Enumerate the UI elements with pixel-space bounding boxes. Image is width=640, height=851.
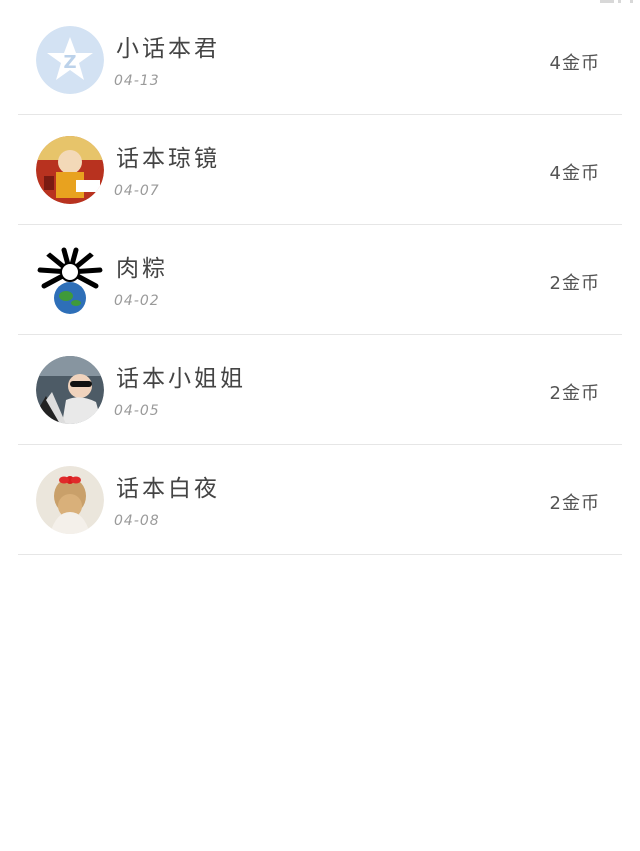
avatar-image — [36, 136, 104, 204]
sunglasses-person-avatar[interactable] — [36, 356, 104, 424]
list-item[interactable]: 话本小姐姐 04-05 2金币 — [18, 335, 622, 445]
avatar-image — [36, 356, 104, 424]
coin-amount: 4金币 — [549, 53, 600, 74]
coin-amount: 2金币 — [549, 383, 600, 404]
avatar-image — [36, 246, 104, 314]
spider-earth-avatar[interactable] — [36, 246, 104, 314]
user-name: 话本小姐姐 — [116, 366, 246, 392]
coin-amount: 2金币 — [549, 273, 600, 294]
coin-amount: 2金币 — [549, 493, 600, 514]
user-name: 小话本君 — [116, 36, 220, 62]
avatar-image: Z — [36, 26, 104, 94]
record-date: 04-13 — [114, 73, 160, 89]
svg-text:Z: Z — [63, 52, 76, 73]
user-list: Z 小话本君 04-13 4金币 话本琼镜 04-07 4金币 肉粽 04-02… — [18, 5, 622, 555]
user-name: 话本白夜 — [116, 476, 220, 502]
record-date: 04-08 — [114, 513, 160, 529]
qq-star-avatar[interactable]: Z — [36, 26, 104, 94]
list-item[interactable]: Z 小话本君 04-13 4金币 — [18, 5, 622, 115]
record-date: 04-05 — [114, 403, 160, 419]
avatar-image — [36, 466, 104, 534]
monk-cartoon-avatar[interactable] — [36, 136, 104, 204]
record-date: 04-02 — [114, 293, 160, 309]
record-date: 04-07 — [114, 183, 160, 199]
user-name: 话本琼镜 — [116, 146, 220, 172]
list-item[interactable]: 肉粽 04-02 2金币 — [18, 225, 622, 335]
user-name: 肉粽 — [116, 256, 168, 282]
list-item[interactable]: 话本白夜 04-08 2金币 — [18, 445, 622, 555]
coin-amount: 4金币 — [549, 163, 600, 184]
list-item[interactable]: 话本琼镜 04-07 4金币 — [18, 115, 622, 225]
girl-red-bow-avatar[interactable] — [36, 466, 104, 534]
coin-record-page: Z 小话本君 04-13 4金币 话本琼镜 04-07 4金币 肉粽 04-02… — [0, 0, 640, 851]
